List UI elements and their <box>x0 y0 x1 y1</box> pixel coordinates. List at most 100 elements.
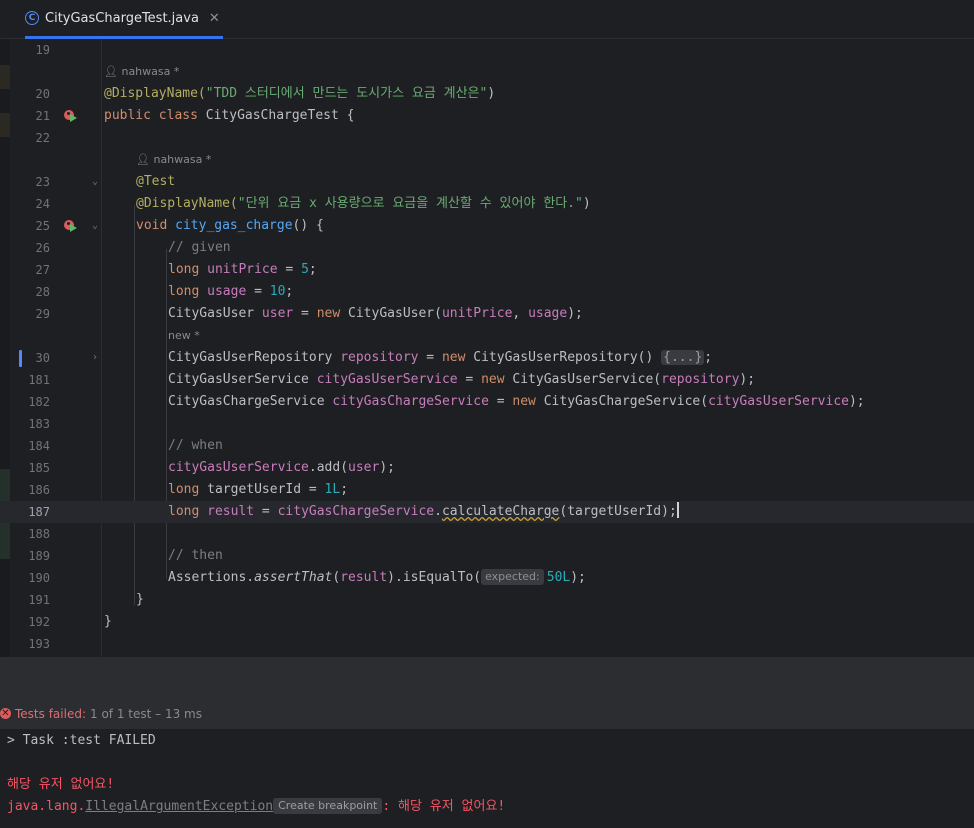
file-tab[interactable]: C CityGasChargeTest.java ✕ <box>25 0 223 39</box>
code-line[interactable]: 25 ⌄ void city_gas_charge() { <box>0 215 974 237</box>
line-number: 29 <box>35 307 50 321</box>
run-test-icon[interactable] <box>64 219 78 233</box>
code-line[interactable]: 191 } <box>0 589 974 611</box>
code-line[interactable]: 184 // when <box>0 435 974 457</box>
code-editor[interactable]: 19 👤︎ nahwasa * 20 @DisplayName("TDD 스터디… <box>0 39 974 657</box>
line-number: 182 <box>28 395 50 409</box>
console-error-line: 해당 유저 없어요! <box>7 777 115 792</box>
run-tool-window: ✕ Tests failed: 1 of 1 test – 13 ms > Ta… <box>0 657 974 828</box>
code-text: long usage = 10; <box>168 284 294 299</box>
code-line[interactable]: 183 <box>0 413 974 435</box>
line-number: 21 <box>35 109 50 123</box>
fold-expand-icon[interactable]: › <box>88 347 102 369</box>
line-number: 181 <box>28 373 50 387</box>
console-line: > Task :test FAILED <box>7 733 156 748</box>
code-text: long result = cityGasChargeService.calcu… <box>168 502 679 519</box>
test-status-bar: ✕ Tests failed: 1 of 1 test – 13 ms <box>0 698 974 729</box>
code-line[interactable]: 186 long targetUserId = 1L; <box>0 479 974 501</box>
code-text: // when <box>168 438 223 453</box>
code-text: CityGasUser user = new CityGasUser(unitP… <box>168 306 583 321</box>
line-number: 184 <box>28 439 50 453</box>
test-failed-icon: ✕ <box>0 708 11 719</box>
line-number: 25 <box>35 219 50 233</box>
warning-underline[interactable]: calculateCharge <box>442 504 559 519</box>
code-line[interactable]: 30 › CityGasUserRepository repository = … <box>0 347 974 369</box>
code-line[interactable]: 23 ⌄ @Test <box>0 171 974 193</box>
line-number: 19 <box>35 43 50 57</box>
line-number: 187 <box>28 505 50 519</box>
code-line[interactable]: 20 @DisplayName("TDD 스터디에서 만드는 도시가스 요금 계… <box>0 83 974 105</box>
code-text: } <box>104 614 112 629</box>
test-failed-label: Tests failed: <box>15 706 86 721</box>
text-caret <box>676 502 679 518</box>
code-line[interactable]: 24 @DisplayName("단위 요금 x 사용량으로 요금을 계산할 수… <box>0 193 974 215</box>
code-line-current[interactable]: 187 long result = cityGasChargeService.c… <box>0 501 974 523</box>
code-text: @Test <box>136 174 176 189</box>
fold-chevron-icon[interactable]: ⌄ <box>88 215 102 237</box>
code-text: // given <box>168 240 231 255</box>
code-text: long unitPrice = 5; <box>168 262 317 277</box>
line-number: 28 <box>35 285 50 299</box>
code-line[interactable]: 193 <box>0 633 974 655</box>
code-line[interactable]: 182 CityGasChargeService cityGasChargeSe… <box>0 391 974 413</box>
code-line[interactable]: 188 <box>0 523 974 545</box>
code-text: @DisplayName("TDD 스터디에서 만드는 도시가스 요금 계산은"… <box>104 86 496 101</box>
code-line[interactable]: 27 long unitPrice = 5; <box>0 259 974 281</box>
line-number: 186 <box>28 483 50 497</box>
line-number: 183 <box>28 417 50 431</box>
folded-code-placeholder[interactable]: {...} <box>661 350 705 365</box>
code-text: void city_gas_charge() { <box>136 218 324 233</box>
line-number: 185 <box>28 461 50 475</box>
code-text: long targetUserId = 1L; <box>168 482 349 497</box>
file-tab-title: CityGasChargeTest.java <box>45 10 199 26</box>
code-text: } <box>136 592 144 607</box>
java-class-icon: C <box>25 11 39 25</box>
code-text: @DisplayName("단위 요금 x 사용량으로 요금을 계산할 수 있어… <box>136 196 591 211</box>
code-line[interactable]: 185 cityGasUserService.add(user); <box>0 457 974 479</box>
code-line[interactable]: 28 long usage = 10; <box>0 281 974 303</box>
code-line[interactable]: 22 <box>0 127 974 149</box>
code-text: // then <box>168 548 223 563</box>
line-number: 192 <box>28 615 50 629</box>
code-text: public class CityGasChargeTest { <box>104 108 355 123</box>
fold-chevron-icon[interactable]: ⌄ <box>88 171 102 193</box>
run-test-icon[interactable] <box>64 109 78 123</box>
console-exception-line: java.lang.IllegalArgumentException Create… <box>7 798 506 814</box>
code-text: Assertions.assertThat(result).isEqualTo(… <box>168 569 586 585</box>
line-number: 23 <box>35 175 50 189</box>
line-number: 30 <box>35 351 50 365</box>
code-text: cityGasUserService.add(user); <box>168 460 395 475</box>
line-number: 188 <box>28 527 50 541</box>
line-number: 26 <box>35 241 50 255</box>
author-hint[interactable]: 👤︎ nahwasa * <box>104 61 179 83</box>
code-text: CityGasChargeService cityGasChargeServic… <box>168 394 865 409</box>
line-number: 20 <box>35 87 50 101</box>
code-text: CityGasUserRepository repository = new C… <box>168 350 713 365</box>
line-number: 191 <box>28 593 50 607</box>
create-breakpoint-button[interactable]: Create breakpoint <box>273 798 383 814</box>
code-line[interactable]: 181 CityGasUserService cityGasUserServic… <box>0 369 974 391</box>
parameter-hint: expected: <box>481 569 544 585</box>
code-line[interactable]: 21 public class CityGasChargeTest { <box>0 105 974 127</box>
code-line[interactable]: 26 // given <box>0 237 974 259</box>
line-number: 24 <box>35 197 50 211</box>
code-line[interactable]: 192 } <box>0 611 974 633</box>
line-number: 190 <box>28 571 50 585</box>
code-line[interactable]: 190 Assertions.assertThat(result).isEqua… <box>0 567 974 589</box>
line-number: 193 <box>28 637 50 651</box>
run-toolbar <box>0 658 974 698</box>
line-number: 27 <box>35 263 50 277</box>
code-line[interactable]: 29 CityGasUser user = new CityGasUser(un… <box>0 303 974 325</box>
editor-tab-bar: C CityGasChargeTest.java ✕ <box>0 0 974 39</box>
close-tab-icon[interactable]: ✕ <box>209 11 220 26</box>
new-hint[interactable]: new * <box>168 325 200 347</box>
code-line[interactable]: 189 // then <box>0 545 974 567</box>
line-number: 22 <box>35 131 50 145</box>
line-number: 189 <box>28 549 50 563</box>
test-summary: 1 of 1 test – 13 ms <box>90 706 202 721</box>
author-hint[interactable]: 👤︎ nahwasa * <box>136 149 211 171</box>
console-output[interactable]: > Task :test FAILED 해당 유저 없어요! java.lang… <box>0 729 974 828</box>
code-text: CityGasUserService cityGasUserService = … <box>168 372 756 387</box>
code-line[interactable]: 19 <box>0 39 974 61</box>
exception-link[interactable]: IllegalArgumentException <box>85 799 273 814</box>
